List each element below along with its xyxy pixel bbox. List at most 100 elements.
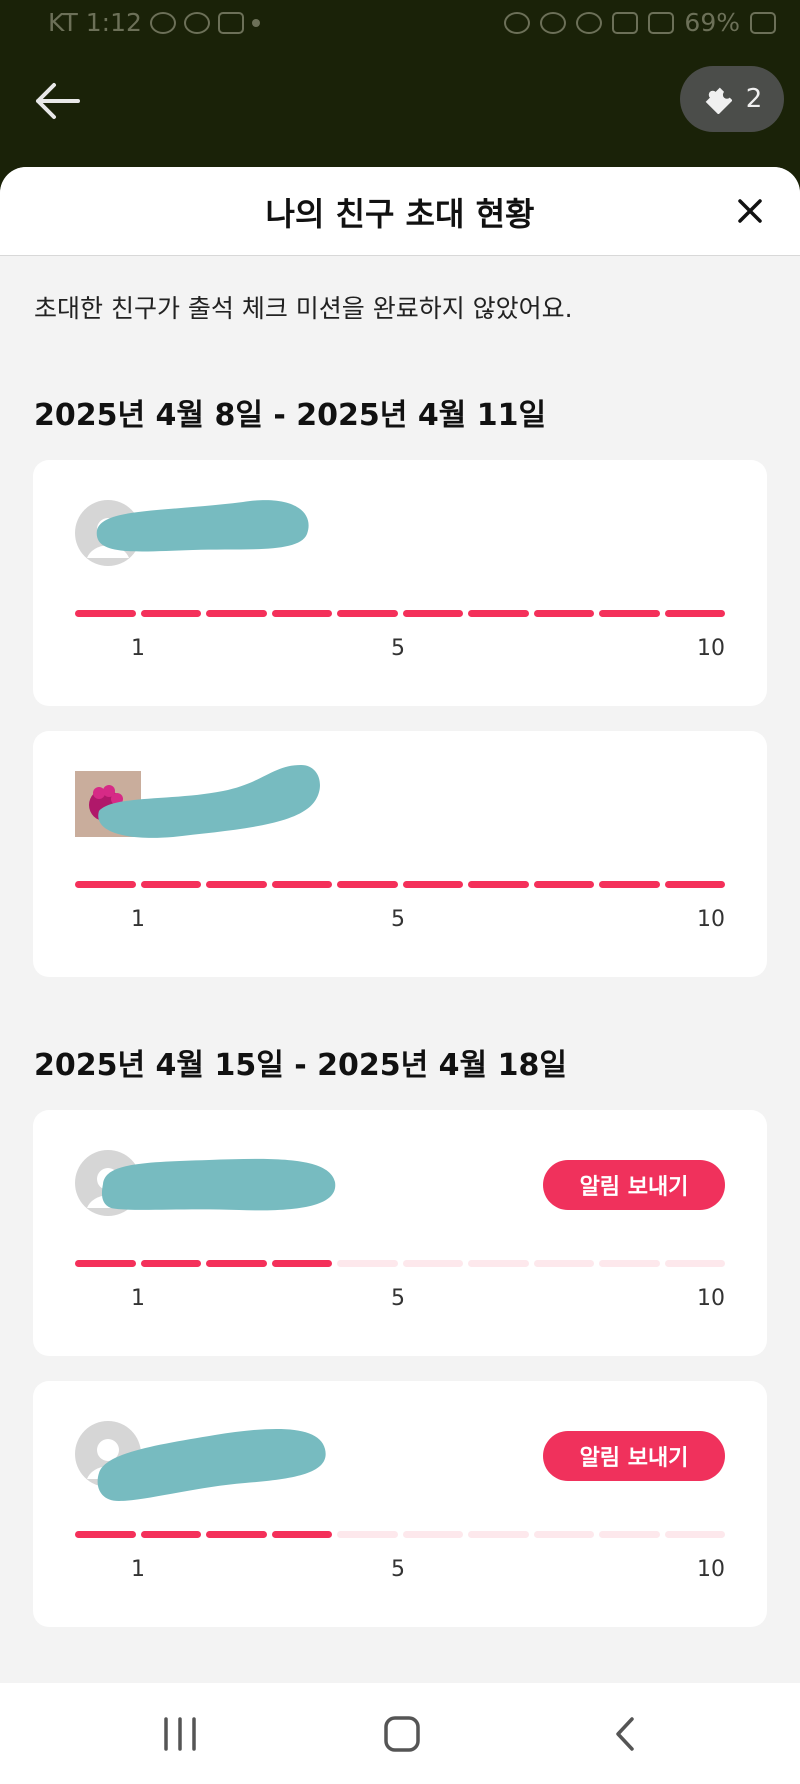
recent-apps-icon [164,1717,196,1751]
status-bar: KT 1:12 69% [0,0,800,48]
nav-back-icon [616,1717,634,1751]
send-notification-button[interactable]: 알림 보내기 [543,1431,725,1481]
attendance-progress [75,881,725,888]
close-icon [738,199,762,223]
progress-segment-complete [206,1260,267,1267]
recent-apps-button[interactable] [152,1711,208,1757]
progress-segment-complete [271,1260,332,1267]
friend-card: 1 5 10 [33,460,767,706]
tick-label-end: 10 [697,907,725,932]
wifi-icon [576,11,603,34]
progress-segment-complete [206,610,267,617]
friend-card: 1 5 10 [33,731,767,977]
battery-percent: 69% [684,8,740,37]
bluetooth-icon [540,11,567,34]
redacted-name [98,765,320,838]
tick-label-end: 10 [697,1286,725,1311]
period-heading: 2025년 4월 8일 - 2025년 4월 11일 [34,398,547,433]
progress-segment-complete [271,1531,332,1538]
progress-segment-complete [664,610,725,617]
progress-segment-complete [533,610,594,617]
progress-segment-complete [75,1260,136,1267]
talk-notification-icon [183,11,210,34]
progress-segment-complete [75,881,136,888]
back-button[interactable] [30,76,90,126]
attendance-progress [75,1531,725,1538]
tick-label-mid: 5 [391,636,405,661]
tick-label-start: 1 [131,636,145,661]
friend-card: 알림 보내기 1 5 10 [33,1110,767,1356]
puzzle-icon [705,87,732,114]
progress-segment-incomplete [664,1531,725,1538]
notice-text: 초대한 친구가 출석 체크 미션을 완료하지 않았어요. [34,294,573,323]
sheet-title: 나의 친구 초대 현황 [265,195,535,233]
tick-label-start: 1 [131,907,145,932]
puzzle-count-badge[interactable]: 2 [680,66,784,132]
attendance-progress [75,1260,725,1267]
carrier-label: KT [48,8,78,37]
progress-segment-complete [140,1260,201,1267]
facebook-notification-icon [149,11,176,34]
progress-segment-incomplete [337,1260,398,1267]
clock: 1:12 [85,8,142,37]
tick-label-end: 10 [697,636,725,661]
status-right: 69% [504,8,776,37]
progress-segment-incomplete [664,1260,725,1267]
signal-icon [648,11,675,34]
progress-segment-complete [206,1531,267,1538]
progress-segment-complete [75,610,136,617]
progress-segment-complete [337,610,398,617]
tick-label-mid: 5 [391,1557,405,1582]
progress-segment-complete [140,1531,201,1538]
progress-segment-complete [468,881,529,888]
progress-segment-incomplete [533,1260,594,1267]
status-left: KT 1:12 [48,8,260,37]
redacted-name [101,1158,336,1211]
progress-segment-complete [468,610,529,617]
redacted-name [97,1428,326,1501]
home-icon [384,1716,420,1752]
progress-segment-complete [664,881,725,888]
alarm-icon [504,11,531,34]
close-button[interactable] [730,191,770,231]
sheet-header: 나의 친구 초대 현황 [0,167,800,256]
progress-segment-incomplete [599,1531,660,1538]
progress-segment-incomplete [599,1260,660,1267]
progress-segment-complete [402,881,463,888]
progress-segment-incomplete [402,1531,463,1538]
system-nav-bar [0,1683,800,1784]
progress-segment-complete [206,881,267,888]
progress-segment-complete [75,1531,136,1538]
send-notification-button[interactable]: 알림 보내기 [543,1160,725,1210]
home-button[interactable] [374,1711,430,1757]
progress-segment-complete [271,881,332,888]
wallet-notification-icon [217,11,244,34]
friend-card: 알림 보내기 1 5 10 [33,1381,767,1627]
tick-label-end: 10 [697,1557,725,1582]
progress-segment-complete [533,881,594,888]
progress-segment-complete [599,881,660,888]
more-notifications-icon [251,18,260,27]
tick-label-mid: 5 [391,907,405,932]
arrow-left-icon [36,83,80,119]
tick-label-start: 1 [131,1557,145,1582]
top-app-bar: 2 [0,48,800,168]
progress-segment-complete [271,610,332,617]
battery-icon [750,11,776,34]
tick-label-start: 1 [131,1286,145,1311]
progress-segment-incomplete [533,1531,594,1538]
redacted-name [96,500,309,552]
attendance-progress [75,610,725,617]
progress-segment-incomplete [468,1531,529,1538]
progress-segment-complete [337,881,398,888]
progress-segment-incomplete [337,1531,398,1538]
invite-status-sheet: 나의 친구 초대 현황 초대한 친구가 출석 체크 미션을 완료하지 않았어요.… [0,167,800,1683]
progress-segment-complete [140,610,201,617]
progress-segment-complete [599,610,660,617]
progress-segment-incomplete [402,1260,463,1267]
volte-icon [612,11,639,34]
progress-segment-complete [402,610,463,617]
nav-back-button[interactable] [598,1711,654,1757]
tick-label-mid: 5 [391,1286,405,1311]
period-heading: 2025년 4월 15일 - 2025년 4월 18일 [34,1048,567,1083]
